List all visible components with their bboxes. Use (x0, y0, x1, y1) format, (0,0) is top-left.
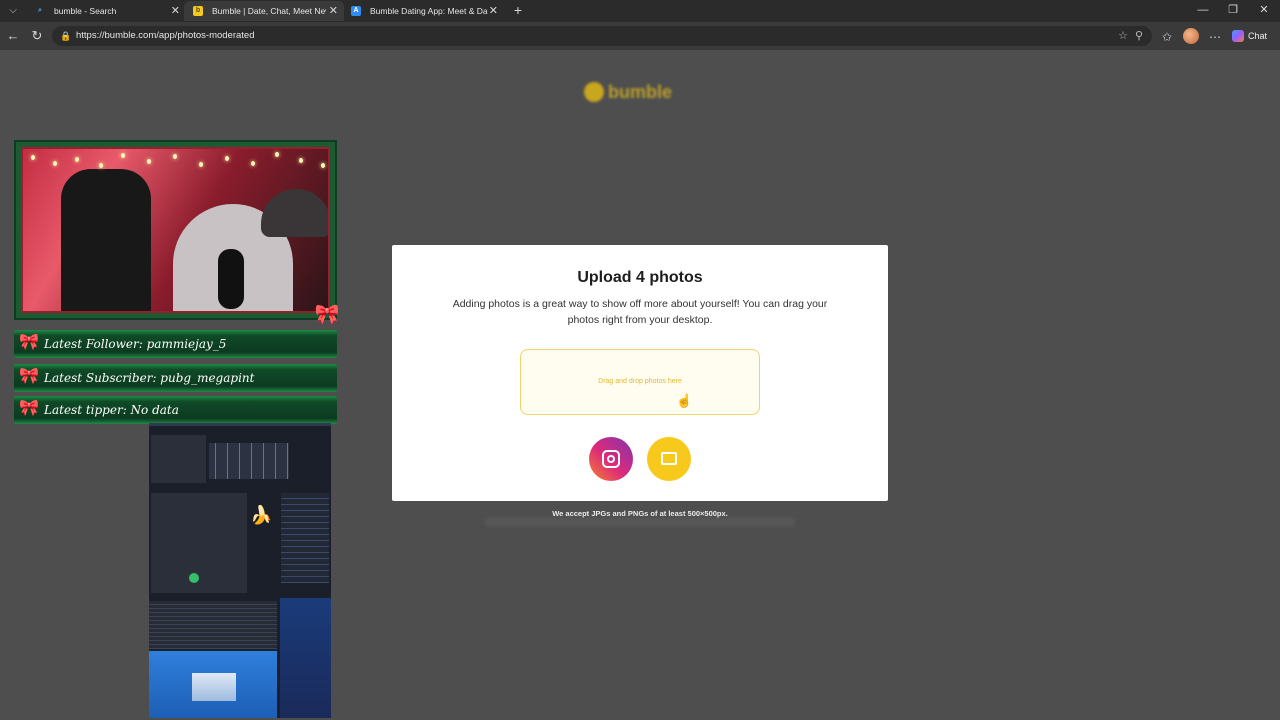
capture-console (149, 601, 277, 649)
close-tab-icon[interactable]: ✕ (329, 1, 338, 21)
instagram-import-button[interactable] (589, 437, 633, 481)
string-lights (23, 149, 328, 189)
latest-subscriber-banner: 🎀 Latest Subscriber: pubg_megapint (14, 364, 337, 392)
light-bulb (225, 156, 229, 161)
minimize-icon[interactable]: — (1192, 2, 1214, 18)
capture-panel (151, 493, 247, 593)
red-bow-icon: 🎀 (19, 400, 39, 417)
photo-dropzone[interactable]: Drag and drop photos here (520, 349, 760, 415)
close-tab-icon[interactable]: ✕ (171, 1, 180, 21)
light-bulb (53, 161, 57, 166)
bumble-logo-mark (584, 82, 604, 102)
url-text: https://bumble.com/app/photos-moderated (76, 30, 255, 41)
gallery-icon (661, 452, 677, 465)
lock-icon: 🔒 (60, 31, 72, 41)
favorites-list-icon[interactable]: ✩ (1159, 29, 1175, 45)
latest-tipper-text: Latest tipper: No data (44, 403, 179, 417)
capture-list (281, 493, 329, 583)
upload-photos-modal: Upload 4 photos Adding photos is a great… (392, 245, 888, 501)
tab-actions-chevron-icon[interactable]: ⌵ (4, 3, 22, 19)
tab-title: Bumble | Date, Chat, Meet New P (212, 6, 326, 16)
tab-bumble-app-store[interactable]: A Bumble Dating App: Meet & Dat ✕ (342, 1, 504, 21)
capture-status-dot (189, 573, 199, 583)
light-bulb (121, 153, 125, 158)
tab-title: bumble - Search (54, 6, 117, 16)
profile-avatar[interactable] (1183, 28, 1199, 44)
streamer-cap (261, 189, 328, 237)
favorite-star-icon[interactable]: ☆ (1116, 29, 1130, 43)
red-bow-icon: 🎀 (19, 334, 39, 351)
light-bulb (147, 159, 151, 164)
latest-follower-banner: 🎀 Latest Follower: pammiejay_5 (14, 330, 337, 358)
red-bow-icon: 🎀 (19, 368, 39, 385)
capture-panel (151, 435, 206, 483)
capture-titlebar (149, 423, 331, 426)
capture-wallpaper (280, 598, 331, 718)
close-window-icon[interactable]: ✕ (1253, 2, 1275, 18)
search-icon: ⌕ (38, 7, 42, 14)
url-field[interactable]: 🔒 https://bumble.com/app/photos-moderate… (52, 26, 1152, 46)
banana-icon: 🍌 (250, 505, 273, 525)
app-store-icon: A (351, 6, 361, 16)
light-bulb (299, 158, 303, 163)
light-bulb (321, 163, 325, 168)
more-menu-icon[interactable]: ⋯ (1207, 29, 1223, 45)
tab-title: Bumble Dating App: Meet & Dat (370, 6, 488, 16)
latest-tipper-banner: 🎀 Latest tipper: No data (14, 396, 337, 424)
capture-image (192, 673, 236, 701)
tab-bumble-search[interactable]: ⌕ bumble - Search ✕ (26, 1, 186, 21)
light-bulb (173, 154, 177, 159)
logo-text: bumble (608, 82, 673, 102)
back-arrow-icon[interactable]: ← (5, 28, 21, 44)
tab-bar: ⌵ ⌕ bumble - Search ✕ b Bumble | Date, C… (0, 0, 1280, 22)
light-bulb (31, 155, 35, 160)
location-pin-icon[interactable]: ⚲ (1132, 29, 1146, 43)
gaming-chair (61, 169, 151, 311)
new-tab-plus-icon[interactable]: + (510, 2, 526, 18)
capture-audio-mixer (209, 443, 289, 479)
instagram-icon (602, 450, 620, 468)
modal-description: Adding photos is a great way to show off… (452, 298, 828, 326)
copilot-icon (1232, 30, 1244, 42)
light-bulb (251, 161, 255, 166)
reload-icon[interactable]: ↻ (29, 28, 45, 44)
microphone (218, 249, 244, 309)
modal-title: Upload 4 photos (577, 269, 703, 286)
light-bulb (99, 163, 103, 168)
bumble-logo: bumble (584, 80, 698, 104)
latest-subscriber-text: Latest Subscriber: pubg_megapint (44, 371, 255, 385)
gallery-upload-button[interactable] (647, 437, 691, 481)
close-tab-icon[interactable]: ✕ (489, 1, 498, 21)
copilot-chat-button[interactable]: Chat (1228, 27, 1276, 45)
light-bulb (275, 152, 279, 157)
webcam-overlay: 🎀 (14, 140, 339, 326)
file-requirements-note: We accept JPGs and PNGs of at least 500×… (552, 509, 728, 518)
webcam-feed (21, 147, 330, 313)
address-bar: ← ↻ 🔒 https://bumble.com/app/photos-mode… (0, 22, 1280, 50)
latest-follower-text: Latest Follower: pammiejay_5 (44, 337, 227, 351)
green-bow-icon: 🎀 (314, 304, 340, 326)
dropzone-label: Drag and drop photos here (598, 378, 682, 385)
restore-icon[interactable]: ❐ (1222, 2, 1244, 18)
bumble-icon: b (193, 6, 203, 16)
light-bulb (75, 157, 79, 162)
hand-cursor-icon: ☝ (676, 393, 693, 408)
light-bulb (199, 162, 203, 167)
chat-label: Chat (1248, 31, 1268, 41)
desktop-capture: 🍌 (149, 423, 331, 718)
note-shadow (484, 518, 796, 526)
tab-bumble-date-chat[interactable]: b Bumble | Date, Chat, Meet New P ✕ (184, 1, 344, 21)
